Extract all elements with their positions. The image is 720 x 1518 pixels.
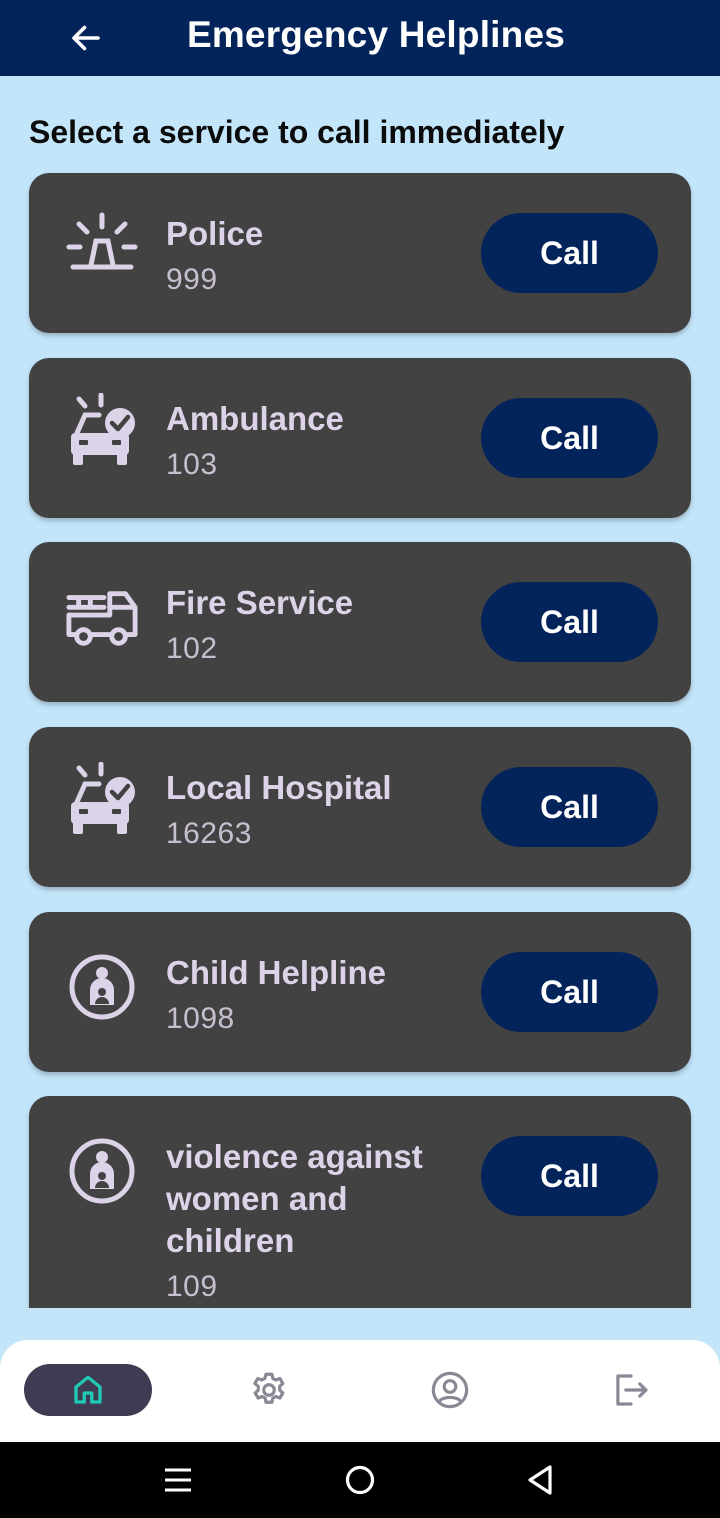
call-violence-helpline-button[interactable]: Call <box>481 1136 658 1216</box>
mother-child-icon <box>65 1134 139 1208</box>
page-title: Emergency Helplines <box>186 14 566 55</box>
call-ambulance-button[interactable]: Call <box>481 398 658 478</box>
app-bar: Emergency Helplines <box>0 0 720 76</box>
fire-truck-icon <box>65 580 139 654</box>
recent-apps-icon <box>165 1468 191 1492</box>
service-name: Child Helpline 1098 <box>166 952 456 1040</box>
call-police-button[interactable]: Call <box>481 213 658 293</box>
nav-logout[interactable] <box>567 1364 695 1416</box>
service-card-ambulance: Ambulance 103 Call <box>29 358 691 518</box>
nav-home[interactable] <box>24 1364 152 1416</box>
service-name: Ambulance 103 <box>166 398 456 486</box>
system-home-button[interactable] <box>338 1460 382 1500</box>
system-back-button[interactable] <box>518 1460 562 1500</box>
ambulance-car-icon <box>65 762 139 839</box>
recent-apps-button[interactable] <box>156 1460 200 1500</box>
bottom-navigation <box>0 1340 720 1442</box>
system-navigation-bar <box>0 1442 720 1518</box>
service-name: Police 999 <box>166 213 456 301</box>
service-number: 103 <box>166 448 218 481</box>
service-name: Fire Service 102 <box>166 582 456 670</box>
home-icon <box>74 1375 102 1404</box>
gear-icon <box>253 1372 285 1404</box>
page-subtitle: Select a service to call immediately <box>29 114 565 150</box>
service-card-child-helpline: Child Helpline 1098 Call <box>29 912 691 1072</box>
service-number: 102 <box>166 632 218 665</box>
nav-settings[interactable] <box>205 1364 333 1416</box>
mother-child-icon <box>65 950 139 1024</box>
call-local-hospital-button[interactable]: Call <box>481 767 658 847</box>
logout-icon <box>616 1374 648 1406</box>
home-circle-icon <box>345 1465 375 1495</box>
police-siren-icon <box>65 211 139 285</box>
service-card-fire-service: Fire Service 102 Call <box>29 542 691 702</box>
ambulance-car-icon <box>65 393 139 470</box>
service-number: 999 <box>166 263 218 296</box>
nav-profile[interactable] <box>386 1364 514 1416</box>
service-card-police: Police 999 Call <box>29 173 691 333</box>
service-card-local-hospital: Local Hospital 16263 Call <box>29 727 691 887</box>
service-number: 16263 <box>166 817 252 850</box>
back-triangle-icon <box>528 1465 552 1495</box>
call-fire-service-button[interactable]: Call <box>481 582 658 662</box>
profile-icon <box>431 1371 469 1409</box>
service-number: 1098 <box>166 1002 235 1035</box>
service-name: violence against women and children 109 <box>166 1136 456 1308</box>
helpline-list[interactable]: Select a service to call immediately Pol… <box>0 76 720 1308</box>
call-child-helpline-button[interactable]: Call <box>481 952 658 1032</box>
service-name: Local Hospital 16263 <box>166 767 456 855</box>
service-card-violence-against-women-and-children: violence against women and children 109 … <box>29 1096 691 1308</box>
service-number: 109 <box>166 1270 218 1303</box>
